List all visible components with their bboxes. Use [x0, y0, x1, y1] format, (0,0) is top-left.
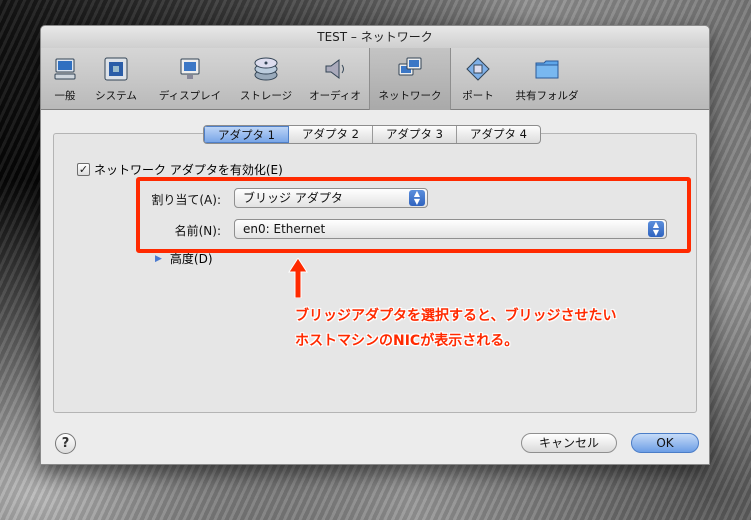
tab-adapter-2[interactable]: アダプタ 2 [289, 126, 373, 143]
network-icon [395, 54, 425, 84]
disks-icon [251, 54, 281, 84]
enable-adapter-checkbox[interactable]: ✓ [77, 163, 90, 176]
tab-adapter-4[interactable]: アダプタ 4 [457, 126, 540, 143]
toolbar-item-label: 一般 [54, 90, 76, 102]
window-title: TEST – ネットワーク [41, 26, 709, 48]
toolbar-item-general[interactable]: 一般 [47, 48, 83, 110]
toolbar-item-label: ネットワーク [378, 90, 442, 102]
toolbar-item-label: システム [95, 90, 137, 102]
annotation-line-1: ブリッジアダプタを選択すると、ブリッジさせたい [295, 308, 617, 324]
toolbar: 一般 システム ディスプレイ ストレージ オーディオ ネットワーク ポート 共有… [41, 48, 709, 110]
tab-adapter-1[interactable]: アダプタ 1 [204, 126, 289, 143]
speaker-icon [320, 54, 350, 84]
tab-adapter-3[interactable]: アダプタ 3 [373, 126, 457, 143]
toolbar-item-label: ストレージ [239, 90, 293, 102]
monitor-icon [175, 54, 205, 84]
highlight-box [136, 177, 691, 253]
toolbar-item-system[interactable]: システム [83, 48, 149, 110]
folder-icon [532, 54, 562, 84]
toolbar-item-storage[interactable]: ストレージ [231, 48, 301, 110]
toolbar-item-network[interactable]: ネットワーク [369, 48, 451, 110]
toolbar-item-label: 共有フォルダ [515, 90, 579, 102]
annotation-line-2: ホストマシンのNICが表示される。 [295, 333, 519, 349]
disclosure-triangle-icon: ▶ [155, 253, 162, 264]
toolbar-item-label: オーディオ [309, 90, 361, 102]
chip-icon [101, 54, 131, 84]
enable-adapter-label: ネットワーク アダプタを有効化(E) [94, 163, 283, 177]
port-icon [463, 54, 493, 84]
toolbar-item-ports[interactable]: ポート [451, 48, 505, 110]
help-button[interactable]: ? [55, 433, 76, 454]
cancel-button[interactable]: キャンセル [521, 433, 617, 453]
adapter-tabs: アダプタ 1 アダプタ 2 アダプタ 3 アダプタ 4 [203, 125, 541, 144]
arrow-up-icon [288, 258, 308, 298]
toolbar-item-shared-folders[interactable]: 共有フォルダ [505, 48, 589, 110]
toolbar-item-audio[interactable]: オーディオ [301, 48, 369, 110]
enable-adapter-row[interactable]: ✓ ネットワーク アダプタを有効化(E) [77, 161, 283, 178]
toolbar-item-label: ディスプレイ [158, 90, 222, 102]
annotation-text: ブリッジアダプタを選択すると、ブリッジさせたい ホストマシンのNICが表示される… [295, 304, 616, 354]
computer-icon [50, 54, 80, 84]
toolbar-item-display[interactable]: ディスプレイ [149, 48, 231, 110]
toolbar-item-label: ポート [462, 90, 494, 102]
ok-button[interactable]: OK [631, 433, 699, 453]
